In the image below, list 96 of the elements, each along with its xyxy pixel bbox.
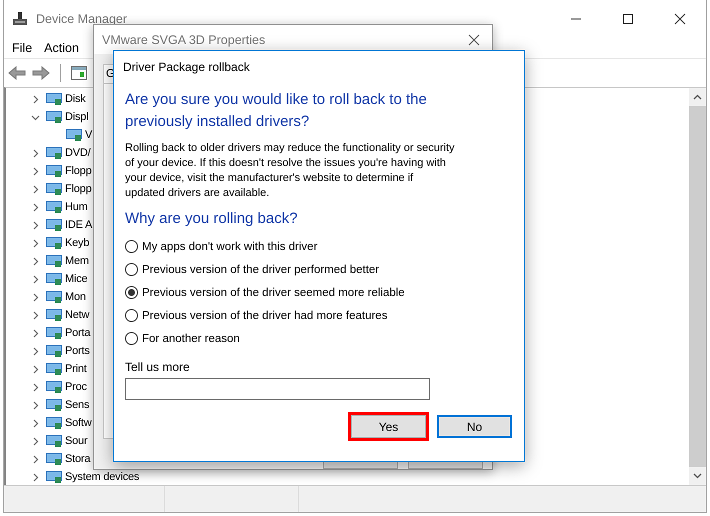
tree-item[interactable]: Keyb (65, 237, 90, 249)
collapsed-chevron-icon[interactable] (31, 310, 40, 320)
device-icon (46, 218, 62, 232)
tree-item[interactable]: Mon (65, 291, 86, 303)
device-icon (46, 290, 62, 304)
collapsed-chevron-icon[interactable] (31, 202, 40, 212)
input-field[interactable] (125, 378, 430, 400)
device-icon (46, 254, 62, 268)
radio-button[interactable] (125, 332, 138, 345)
radio-button[interactable] (125, 286, 138, 299)
forward-arrow-icon[interactable] (32, 66, 50, 80)
collapsed-chevron-icon[interactable] (31, 346, 40, 356)
radio-label[interactable]: Previous version of the driver performed better (142, 264, 380, 276)
collapsed-chevron-icon[interactable] (31, 238, 40, 248)
collapsed-chevron-icon[interactable] (31, 256, 40, 266)
window-title: Device Manager (36, 12, 128, 26)
maximize-icon[interactable] (622, 13, 634, 25)
collapsed-chevron-icon[interactable] (31, 418, 40, 428)
device-icon (46, 344, 62, 358)
device-icon (46, 110, 62, 124)
radio-button[interactable] (125, 263, 138, 276)
tree-item[interactable]: DVD/ (65, 147, 90, 159)
scroll-up-icon[interactable] (693, 94, 702, 100)
device-icon (46, 182, 62, 196)
properties-icon[interactable] (71, 66, 87, 80)
device-icon (46, 236, 62, 250)
tree-item[interactable]: Ports (65, 345, 90, 357)
tree-item[interactable]: Flopp (65, 183, 92, 195)
computer-icon (12, 11, 28, 27)
tree-item[interactable]: Netw (65, 309, 90, 321)
device-icon (46, 326, 62, 340)
device-icon (46, 380, 62, 394)
collapsed-chevron-icon[interactable] (31, 472, 40, 482)
description-text: Rolling back to older drivers may reduce the functionality or security of your device. If this doesn't resolve the issues you're having with your device, visit the manufacturer's website to determine if updated drivers are available. (125, 141, 455, 201)
collapsed-chevron-icon[interactable] (31, 184, 40, 194)
field-label: Tell us more (125, 360, 191, 374)
tree-item[interactable]: Sens (65, 399, 90, 411)
tree-item[interactable]: Mem (65, 255, 89, 267)
close-icon[interactable] (674, 13, 686, 25)
radio-label[interactable]: For another reason (142, 332, 240, 344)
tree-item[interactable]: IDE A (65, 219, 92, 231)
tree-item[interactable]: Softw (65, 417, 92, 429)
tree-item[interactable]: Mice (65, 273, 88, 285)
device-icon (46, 434, 62, 448)
menu-item[interactable]: Action (44, 41, 79, 55)
device-icon (46, 398, 62, 412)
tree-item[interactable]: Proc (65, 381, 87, 393)
tree-item[interactable]: System devices (65, 471, 140, 483)
radio-label[interactable]: Previous version of the driver seemed more reliable (142, 286, 405, 298)
collapsed-chevron-icon[interactable] (31, 166, 40, 176)
device-icon (46, 452, 62, 466)
device-icon (46, 164, 62, 178)
expanded-chevron-icon[interactable] (31, 112, 40, 122)
collapsed-chevron-icon[interactable] (31, 328, 40, 338)
radio-button[interactable] (125, 240, 138, 253)
collapsed-chevron-icon[interactable] (31, 274, 40, 284)
dialog-title: Driver Package rollback (122, 59, 251, 76)
window-title: VMware SVGA 3D Properties (102, 32, 266, 47)
tree-item[interactable]: Flopp (65, 165, 92, 177)
collapsed-chevron-icon[interactable] (31, 364, 40, 374)
tree-item[interactable]: Disk (65, 93, 86, 105)
device-icon (46, 470, 62, 484)
radio-label[interactable]: My apps don't work with this driver (142, 240, 318, 252)
close-icon[interactable] (468, 34, 480, 46)
device-icon (46, 272, 62, 286)
collapsed-chevron-icon[interactable] (31, 400, 40, 410)
menu-item[interactable]: File (12, 41, 32, 55)
display-adapter-icon (66, 128, 82, 142)
collapsed-chevron-icon[interactable] (31, 292, 40, 302)
tree-item[interactable]: Sour (65, 435, 88, 447)
radio-label[interactable]: Previous version of the driver had more features (142, 310, 388, 322)
back-arrow-icon[interactable] (8, 66, 26, 80)
device-icon (46, 416, 62, 430)
question-heading: Why are you rolling back? (125, 210, 299, 227)
radio-button[interactable] (125, 309, 138, 322)
device-icon (46, 308, 62, 322)
device-icon (46, 362, 62, 376)
tree-item[interactable]: Print (65, 363, 87, 375)
collapsed-chevron-icon[interactable] (31, 382, 40, 392)
tree-item[interactable]: Displ (65, 111, 88, 123)
dialog-heading: Are you sure you would like to roll back to the previously installed drivers? (125, 90, 428, 132)
collapsed-chevron-icon[interactable] (31, 220, 40, 230)
tree-item[interactable]: Porta (65, 327, 90, 339)
collapsed-chevron-icon[interactable] (31, 148, 40, 158)
collapsed-chevron-icon[interactable] (31, 436, 40, 446)
device-icon (46, 200, 62, 214)
dialog-button[interactable]: Yes (351, 415, 426, 438)
dialog-button[interactable]: No (437, 415, 512, 438)
collapsed-chevron-icon[interactable] (31, 94, 40, 104)
tree-item[interactable]: Hum (65, 201, 88, 213)
device-icon (46, 92, 62, 106)
tree-item[interactable]: V (85, 129, 92, 141)
collapsed-chevron-icon[interactable] (31, 454, 40, 464)
device-icon (46, 146, 62, 160)
scroll-down-icon[interactable] (693, 473, 702, 479)
tree-item[interactable]: Stora (65, 453, 90, 465)
